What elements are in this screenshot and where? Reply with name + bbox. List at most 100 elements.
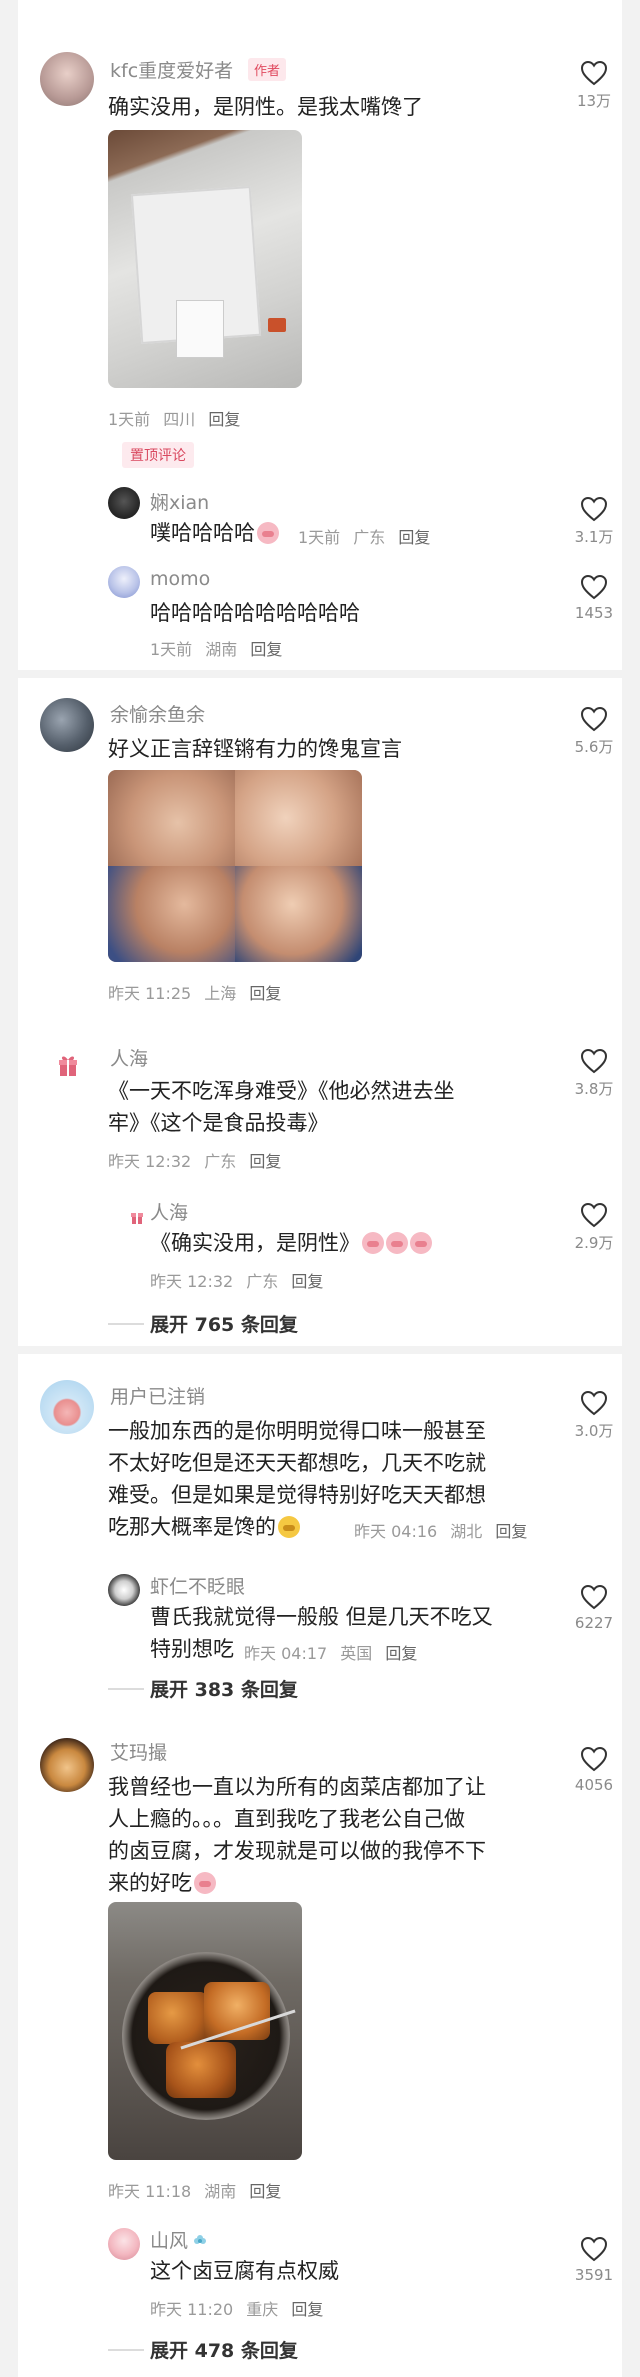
comment-location: 广东	[204, 1152, 237, 1171]
reply-button[interactable]: 回复	[249, 984, 281, 1003]
avatar[interactable]	[40, 1380, 94, 1434]
comment-text-line[interactable]: 的卤豆腐，才发现就是可以做的我停不下	[108, 1834, 486, 1868]
comment-time: 昨天 11:18	[108, 2182, 192, 2201]
like-button[interactable]: 13万	[566, 60, 622, 111]
comment-time: 昨天 04:16	[354, 1522, 438, 1541]
comment-author-name[interactable]: 余愉余鱼余	[110, 700, 205, 727]
emoji-icon	[278, 1516, 300, 1538]
reply-button[interactable]: 回复	[249, 2182, 281, 2201]
comment-text-line[interactable]: 来的好吃	[108, 1866, 216, 1900]
like-count: 3.8万	[574, 1080, 614, 1098]
comment-author-name[interactable]: 艾玛撮	[110, 1738, 167, 1765]
emoji-icon	[386, 1232, 408, 1254]
comment-time: 昨天 12:32	[108, 1152, 192, 1171]
comment-text-line[interactable]: 吃那大概率是馋的	[108, 1510, 300, 1544]
reply-text[interactable]: 噗哈哈哈哈	[150, 516, 279, 550]
image-panel	[108, 770, 235, 866]
reply-time: 昨天 11:20	[150, 2300, 234, 2319]
reply-button[interactable]: 回复	[208, 410, 240, 429]
comment-card-3: 用户已注销 一般加东西的是你明明觉得口味一般甚至 不太好吃但是还天天都想吃，几天…	[18, 1354, 622, 2377]
reply-avatar[interactable]	[108, 2228, 140, 2260]
expand-replies-button[interactable]: 展开 478 条回复	[150, 2336, 298, 2363]
reply-text[interactable]: 这个卤豆腐有点权威	[150, 2254, 339, 2288]
comment-image[interactable]	[108, 770, 362, 962]
reply-text-line[interactable]: 特别想吃	[150, 1632, 234, 1666]
comment-author-name[interactable]: kfc重度爱好者	[110, 56, 233, 83]
reply-author-name[interactable]: momo	[150, 568, 210, 590]
red-cap	[268, 318, 286, 332]
image-panel	[235, 866, 362, 962]
like-button[interactable]: 4056	[566, 1746, 622, 1794]
reply-location: 重庆	[246, 2300, 279, 2319]
comment-meta: 昨天 04:16 湖北 回复	[354, 1518, 535, 1542]
comment-author-name[interactable]: 人海	[110, 1044, 148, 1071]
heart-outline-icon	[580, 1584, 608, 1610]
comment-text[interactable]: 确实没用，是阴性。是我太嘴馋了	[108, 90, 423, 124]
comment-text-line[interactable]: 我曾经也一直以为所有的卤菜店都加了让	[108, 1770, 486, 1804]
comment-text-line[interactable]: 牢》《这个是食品投毒》	[108, 1106, 329, 1140]
gift-avatar[interactable]	[124, 1204, 150, 1230]
comment-text-line[interactable]: 一般加东西的是你明明觉得口味一般甚至	[108, 1414, 486, 1448]
comment-location: 湖南	[204, 2182, 237, 2201]
reply-author-name[interactable]: 娴xian	[150, 488, 209, 515]
avatar[interactable]	[40, 1738, 94, 1792]
expand-replies-button[interactable]: 展开 383 条回复	[150, 1675, 298, 1702]
reply-author-name[interactable]: 人海	[150, 1198, 188, 1225]
reply-author-name[interactable]: 虾仁不眨眼	[150, 1572, 245, 1599]
expand-divider	[108, 1688, 144, 1690]
like-button[interactable]: 1453	[566, 574, 622, 622]
heart-outline-icon	[580, 1202, 608, 1228]
comment-image[interactable]	[108, 1902, 302, 2160]
pinned-comment-badge: 置顶评论	[122, 442, 194, 468]
gift-avatar[interactable]	[48, 1046, 88, 1086]
reply-button[interactable]: 回复	[495, 1522, 527, 1541]
avatar[interactable]	[40, 698, 94, 752]
test-strip	[176, 300, 224, 358]
like-count: 5.6万	[574, 738, 614, 756]
reply-button[interactable]: 回复	[385, 1644, 417, 1663]
reply-button[interactable]: 回复	[291, 2300, 323, 2319]
reply-time: 1天前	[150, 640, 193, 659]
heart-outline-icon	[580, 574, 608, 600]
like-button[interactable]: 3.1万	[566, 496, 622, 547]
reply-author-name-text: 山风	[150, 2230, 189, 2252]
reply-text[interactable]: 哈哈哈哈哈哈哈哈哈哈	[150, 596, 360, 630]
reply-location: 广东	[246, 1272, 279, 1291]
reply-meta: 昨天 04:17 英国 回复	[244, 1640, 425, 1664]
like-button[interactable]: 3.0万	[566, 1390, 622, 1441]
like-count: 1453	[574, 604, 614, 622]
like-count: 4056	[574, 1776, 614, 1794]
comment-text-line[interactable]: 难受。但是如果是觉得特别好吃天天都想	[108, 1478, 486, 1512]
expand-replies-button[interactable]: 展开 765 条回复	[150, 1310, 298, 1337]
reply-button[interactable]: 回复	[250, 640, 282, 659]
comment-meta: 昨天 12:32 广东 回复	[108, 1148, 289, 1172]
reply-button[interactable]: 回复	[291, 1272, 323, 1291]
reply-text-line[interactable]: 曹氏我就觉得一般般 但是几天不吃又	[150, 1600, 493, 1634]
like-button[interactable]: 3591	[566, 2236, 622, 2284]
reply-text[interactable]: 《确实没用，是阴性》	[150, 1226, 432, 1260]
comment-text[interactable]: 好义正言辞铿锵有力的馋鬼宣言	[108, 732, 402, 766]
like-button[interactable]: 3.8万	[566, 1048, 622, 1099]
avatar[interactable]	[40, 52, 94, 106]
like-button[interactable]: 5.6万	[566, 706, 622, 757]
like-button[interactable]: 2.9万	[566, 1202, 622, 1253]
braised-tofu	[148, 1992, 208, 2044]
like-count: 3591	[574, 2266, 614, 2284]
reply-avatar[interactable]	[108, 1574, 140, 1606]
like-button[interactable]: 6227	[566, 1584, 622, 1632]
reply-button[interactable]: 回复	[398, 528, 430, 547]
comment-text-line[interactable]: 人上瘾的。。。直到我吃了我老公自己做	[108, 1802, 465, 1836]
reply-author-name[interactable]: 山风	[150, 2226, 208, 2253]
reply-avatar[interactable]	[108, 487, 140, 519]
comment-text-content: 吃那大概率是馋的	[108, 1515, 276, 1539]
comment-author-name[interactable]: 用户已注销	[110, 1382, 205, 1409]
reply-text-content: 《确实没用，是阴性》	[150, 1231, 360, 1255]
comment-text-line[interactable]: 《一天不吃浑身难受》《他必然进去坐	[108, 1074, 455, 1108]
reply-avatar[interactable]	[108, 566, 140, 598]
comment-text-content: 来的好吃	[108, 1871, 192, 1895]
heart-outline-icon	[580, 2236, 608, 2262]
comment-text-line[interactable]: 不太好吃但是还天天都想吃，几天不吃就	[108, 1446, 486, 1480]
comment-time: 昨天 11:25	[108, 984, 192, 1003]
reply-button[interactable]: 回复	[249, 1152, 281, 1171]
comment-image[interactable]	[108, 130, 302, 388]
